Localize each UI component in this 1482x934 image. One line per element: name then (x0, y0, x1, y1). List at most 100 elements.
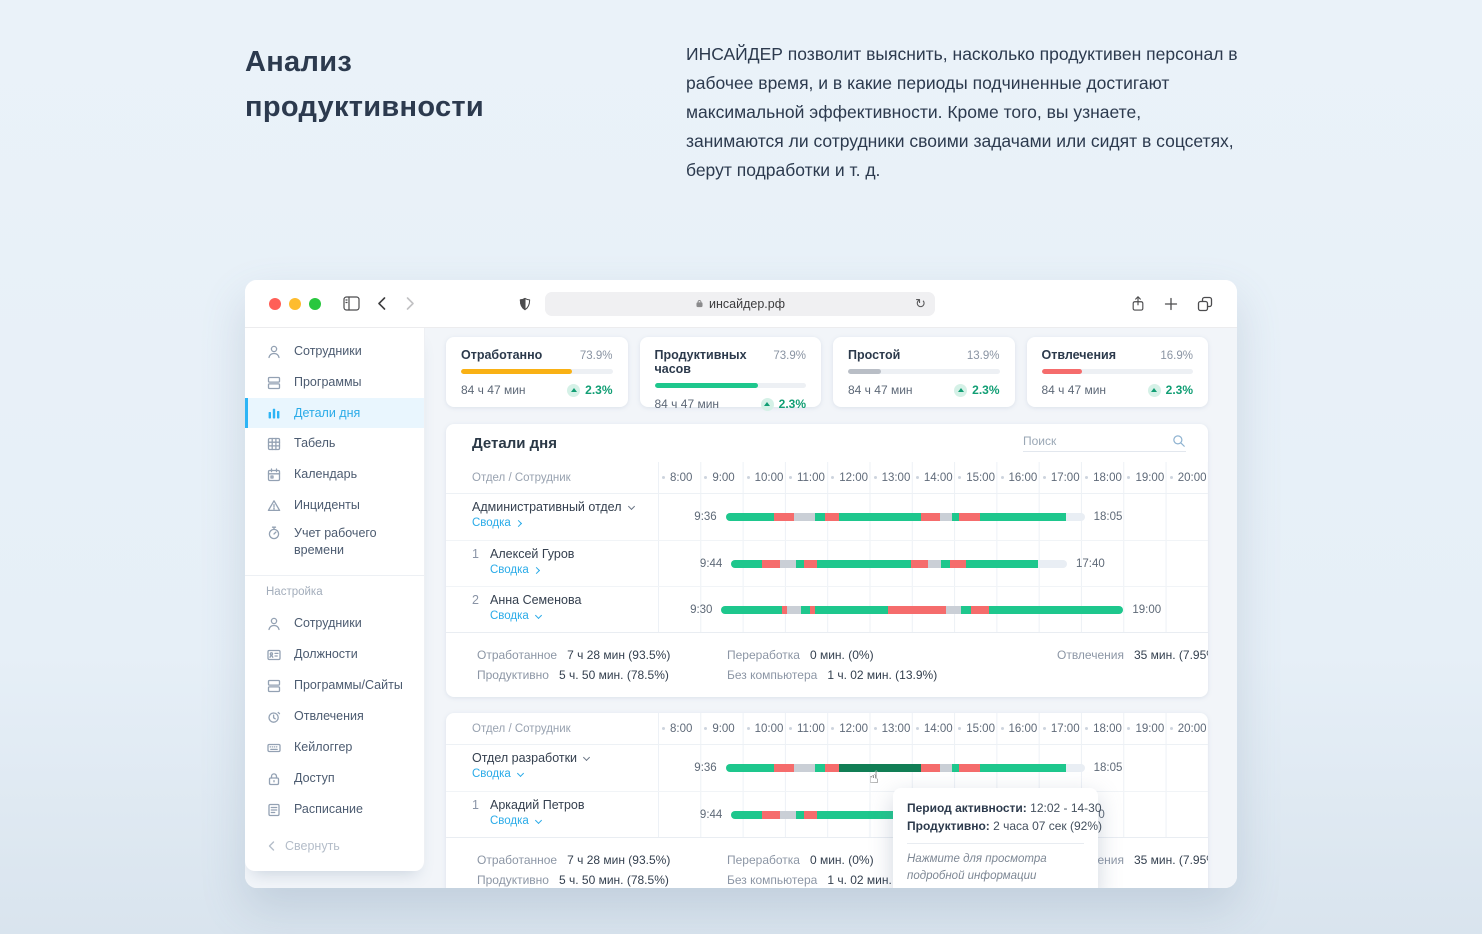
summary-value: 5 ч. 50 мин. (78.5%) (559, 668, 669, 682)
sidebar-item-programs[interactable]: Программы (245, 367, 424, 398)
url-bar[interactable]: инсайдер.рф ↻ (545, 292, 935, 316)
time-tick: 14:00 (912, 462, 954, 493)
timeline-segment (921, 513, 940, 521)
sidebar-item-calendar[interactable]: Календарь (245, 459, 424, 490)
back-icon[interactable] (376, 296, 388, 311)
summary-link[interactable]: Сводка (490, 610, 529, 622)
row-name-label: Алексей Гуров (490, 547, 574, 561)
row-name-label: Отдел разработки (472, 751, 577, 765)
minimize-window-button[interactable] (289, 298, 301, 310)
sidebar: Сотрудники Программы Детали дня Табель К… (245, 328, 425, 871)
summary-item: Продуктивно5 ч. 50 мин. (78.5%) (477, 665, 727, 685)
row-name-cell: Административный отдел Сводка (446, 494, 658, 540)
sidebar-item-schedule[interactable]: Расписание (245, 794, 424, 825)
timeline-bar[interactable]: 9:3019:00 (721, 606, 1123, 614)
reload-icon[interactable]: ↻ (915, 297, 926, 310)
tick-dot-icon (1127, 727, 1130, 730)
timeline-segment (940, 513, 952, 521)
row-timeline-cell: 9:4417:40 (658, 541, 1208, 586)
sidebar-item-employees[interactable]: Сотрудники (245, 336, 424, 367)
timeline-segment (980, 513, 1066, 521)
timeline-bar[interactable]: 9:4417:40 (731, 560, 1067, 568)
sidebar-item-incidents[interactable]: Инциденты (245, 490, 424, 521)
sidebar-item-distractions[interactable]: Отвлечения (245, 701, 424, 732)
user-icon (266, 616, 282, 632)
stat-cards: Отработанно73.9% 84 ч 47 мин 2.3% Продук… (446, 337, 1208, 407)
tick-label: 20:00 (1178, 472, 1207, 484)
timeline-segment (839, 764, 921, 772)
timeline-bar[interactable]: 9:3618:05 (726, 764, 1085, 772)
sidebar-item-programs-sites[interactable]: Программы/Сайты (245, 670, 424, 701)
tick-label: 20:00 (1178, 723, 1207, 735)
timeline-segment (801, 606, 810, 614)
sidebar-item-keylogger[interactable]: Кейлоггер (245, 732, 424, 763)
summary-link[interactable]: Сводка (490, 564, 529, 576)
tick-dot-icon (747, 727, 750, 730)
chevron-down-icon[interactable] (583, 753, 590, 760)
search-input[interactable] (1023, 434, 1172, 448)
sidebar-divider (245, 575, 424, 576)
up-triangle-icon (1148, 384, 1161, 397)
sidebar-item-positions[interactable]: Должности (245, 639, 424, 670)
tick-dot-icon (874, 727, 877, 730)
share-icon[interactable] (1131, 295, 1145, 312)
row-title: Административный отдел (472, 500, 658, 514)
grid-icon (266, 436, 282, 452)
summary-link[interactable]: Сводка (472, 517, 511, 529)
sidebar-item-settings-employees[interactable]: Сотрудники (245, 608, 424, 639)
tick-label: 8:00 (670, 472, 692, 484)
time-axis: 8:009:0010:0011:0012:0013:0014:0015:0016… (658, 713, 1208, 744)
new-tab-icon[interactable] (1164, 297, 1178, 311)
table-row: Отдел разработки Сводка 9:3618:05 (446, 745, 1208, 791)
tab-overview-icon[interactable] (1197, 296, 1213, 312)
timeline-segment (796, 560, 804, 568)
zoom-window-button[interactable] (309, 298, 321, 310)
sidebar-item-access[interactable]: Доступ (245, 763, 424, 794)
sidebar-toggle-icon[interactable] (343, 296, 360, 311)
summary-link[interactable]: Сводка (472, 768, 511, 780)
privacy-shield-icon[interactable] (518, 296, 532, 312)
time-tick: 17:00 (1039, 462, 1081, 493)
forward-icon[interactable] (404, 296, 416, 311)
timeline-segment (787, 606, 801, 614)
time-tick: 11:00 (785, 462, 827, 493)
time-tick: 18:00 (1081, 462, 1123, 493)
tick-dot-icon (916, 727, 919, 730)
summary-link[interactable]: Сводка (490, 815, 529, 827)
search-field[interactable] (1023, 434, 1186, 452)
sidebar-item-timesheet[interactable]: Табель (245, 428, 424, 459)
stat-time: 84 ч 47 мин (461, 383, 526, 397)
up-triangle-icon (954, 384, 967, 397)
time-tick: 12:00 (827, 713, 869, 744)
timeline-segment (774, 513, 795, 521)
row-index: 2 (472, 593, 490, 607)
timeline-segments (721, 606, 1123, 614)
chevron-left-icon (268, 841, 275, 851)
summary-label: Отвлечения (1057, 648, 1124, 662)
summary-value: 7 ч 28 мин (93.5%) (567, 853, 670, 867)
timeline-bar[interactable]: 9:3618:05 (726, 513, 1085, 521)
close-window-button[interactable] (269, 298, 281, 310)
tick-dot-icon (916, 476, 919, 479)
table-row: Административный отдел Сводка 9:3618:05 (446, 494, 1208, 540)
summary-label: Отработанное (477, 853, 557, 867)
page-title: Анализ продуктивности (245, 40, 575, 130)
time-tick: 9:00 (700, 462, 742, 493)
tick-dot-icon (1170, 727, 1173, 730)
row-summary-line: Сводка (490, 815, 658, 827)
stat-card-productive: Продуктивных часов73.9% 84 ч 47 мин 2.3% (640, 337, 822, 407)
summary-value: 35 мин. (7.95%) (1134, 853, 1208, 867)
sidebar-collapse-button[interactable]: Свернуть (245, 839, 424, 853)
lock-icon (695, 298, 704, 309)
browser-window: инсайдер.рф ↻ Сотрудники (245, 280, 1237, 888)
stat-card-worked: Отработанно73.9% 84 ч 47 мин 2.3% (446, 337, 628, 407)
layers-icon (266, 678, 282, 694)
tick-label: 14:00 (924, 472, 953, 484)
time-tick: 14:00 (912, 713, 954, 744)
sidebar-item-day-details[interactable]: Детали дня (245, 398, 424, 428)
sidebar-item-time-tracking[interactable]: Учет рабочего времени (245, 521, 424, 563)
timeline-segment (888, 606, 946, 614)
stat-percent: 73.9% (773, 350, 806, 362)
tick-dot-icon (747, 476, 750, 479)
chevron-down-icon[interactable] (627, 502, 634, 509)
